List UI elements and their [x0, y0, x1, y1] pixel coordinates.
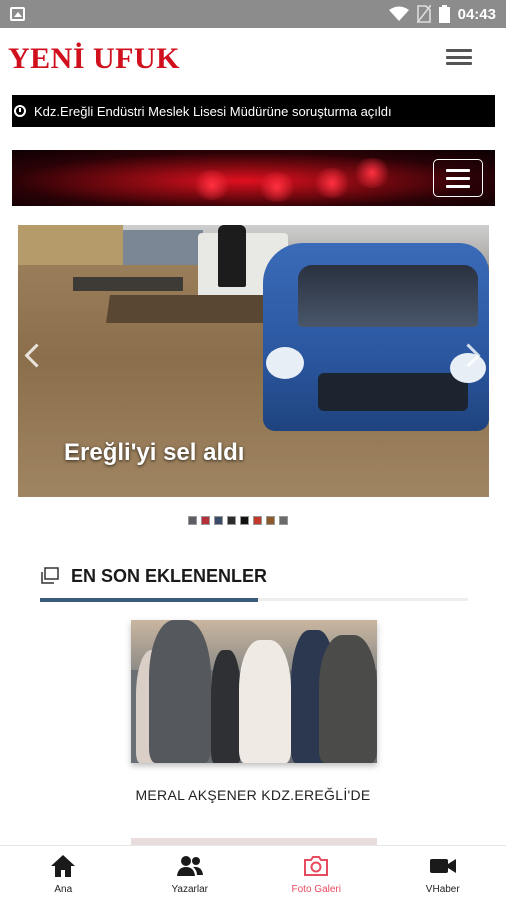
site-banner [12, 150, 495, 206]
ticker-headline[interactable]: Kdz.Ereğli Endüstri Meslek Lisesi Müdürü… [34, 104, 392, 119]
tab-label: Yazarlar [172, 884, 209, 895]
headline-slider[interactable]: Ereğli'yi sel aldı [18, 225, 489, 497]
users-icon [176, 854, 204, 878]
app-bar: YENİ UFUK [0, 28, 506, 92]
video-icon [429, 854, 457, 878]
status-time: 04:43 [458, 6, 496, 23]
copy-icon [40, 567, 60, 585]
tab-vhaber[interactable]: VHaber [380, 846, 506, 901]
hamburger-menu-icon[interactable] [446, 46, 472, 68]
tab-label: VHaber [426, 884, 460, 895]
news-ticker[interactable]: Kdz.Ereğli Endüstri Meslek Lisesi Müdürü… [12, 95, 495, 127]
no-sim-icon [417, 5, 431, 23]
image-notification-icon [10, 7, 25, 21]
home-icon [50, 854, 76, 878]
tab-label: Foto Galeri [292, 884, 341, 895]
slider-thumbnails [188, 516, 288, 525]
battery-icon [439, 5, 450, 23]
bottom-tab-bar: Ana Yazarlar Foto Galeri VHaber [0, 845, 506, 901]
slider-thumb[interactable] [201, 516, 210, 525]
tab-ana[interactable]: Ana [0, 846, 127, 901]
status-bar: 04:43 [0, 0, 506, 28]
slider-thumb[interactable] [214, 516, 223, 525]
camera-icon [303, 854, 329, 878]
site-logo[interactable]: YENİ UFUK [8, 42, 180, 76]
section-title: EN SON EKLENENLER [71, 566, 267, 587]
slider-thumb[interactable] [188, 516, 197, 525]
tab-yazarlar[interactable]: Yazarlar [127, 846, 254, 901]
banner-menu-button[interactable] [433, 159, 483, 197]
section-underline [40, 598, 258, 602]
clock-icon [14, 105, 26, 117]
wifi-icon [389, 6, 409, 22]
section-header: EN SON EKLENENLER [40, 564, 468, 604]
slider-caption[interactable]: Ereğli'yi sel aldı [64, 439, 244, 467]
slider-thumb[interactable] [240, 516, 249, 525]
slider-thumb[interactable] [253, 516, 262, 525]
tab-foto-galeri[interactable]: Foto Galeri [253, 846, 380, 901]
tab-label: Ana [54, 884, 72, 895]
slider-thumb[interactable] [227, 516, 236, 525]
news-card-title[interactable]: MERAL AKŞENER KDZ.EREĞLİ'DE [0, 787, 506, 803]
slider-thumb[interactable] [279, 516, 288, 525]
slider-thumb[interactable] [266, 516, 275, 525]
news-card-image[interactable] [131, 620, 377, 763]
